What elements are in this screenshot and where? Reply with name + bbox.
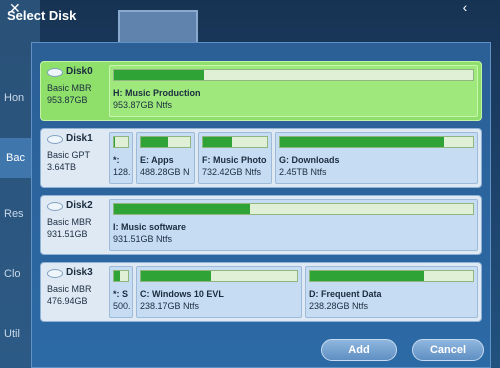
partition-h[interactable]: H: Music Production 953.87GB Ntfs xyxy=(109,65,478,117)
partition-label: H: Music Production xyxy=(113,88,201,98)
disk-name: Disk1 xyxy=(66,133,93,144)
disk-info: Disk3 Basic MBR 476.94GB xyxy=(41,263,109,321)
usage-bar xyxy=(309,270,474,282)
disk-type: Basic GPT xyxy=(47,150,91,160)
disk-icon xyxy=(47,134,63,144)
disk-row-disk0[interactable]: Disk0 Basic MBR 953.87GB H: Music Produc… xyxy=(40,61,482,121)
usage-bar xyxy=(140,136,191,148)
disk-info: Disk1 Basic GPT 3.64TB xyxy=(41,129,109,187)
usage-bar xyxy=(113,203,474,215)
disk-type: Basic MBR xyxy=(47,83,92,93)
window-title: Select Disk xyxy=(7,8,77,23)
disk-icon xyxy=(47,67,63,77)
disk-name: Disk2 xyxy=(66,200,93,211)
usage-bar xyxy=(113,69,474,81)
partition-detail: 488.28GB N xyxy=(140,167,190,177)
disk-size: 953.87GB xyxy=(47,95,88,105)
disk-size: 931.51GB xyxy=(47,229,88,239)
usage-bar xyxy=(113,270,129,282)
partition-detail: 238.28GB Ntfs xyxy=(309,301,369,311)
bg-nav-home: Hon xyxy=(4,92,25,104)
partition-f[interactable]: F: Music Photo 732.42GB Ntfs xyxy=(198,132,272,184)
partition-detail: 931.51GB Ntfs xyxy=(113,234,173,244)
partition-detail: 2.45TB Ntfs xyxy=(279,167,327,177)
usage-bar xyxy=(202,136,268,148)
partition-label: C: Windows 10 EVL xyxy=(140,289,224,299)
partition-e[interactable]: E: Apps 488.28GB N xyxy=(136,132,195,184)
bg-nav-restore: Res xyxy=(4,208,24,220)
partition-unlabeled[interactable]: *: 128. xyxy=(109,132,133,184)
partition-label: *: S xyxy=(113,289,129,299)
disk-info: Disk0 Basic MBR 953.87GB xyxy=(41,62,109,120)
usage-bar xyxy=(279,136,474,148)
disk-name: Disk0 xyxy=(66,66,93,77)
select-disk-dialog: Disk0 Basic MBR 953.87GB H: Music Produc… xyxy=(31,42,491,368)
partition-c[interactable]: C: Windows 10 EVL 238.17GB Ntfs xyxy=(136,266,302,318)
disk-row-disk1[interactable]: Disk1 Basic GPT 3.64TB *: 128. E: Apps 4… xyxy=(40,128,482,188)
partition-label: F: Music Photo xyxy=(202,155,267,165)
background-monitor-graphic xyxy=(118,10,198,42)
partition-detail: 953.87GB Ntfs xyxy=(113,100,173,110)
disk-icon xyxy=(47,201,63,211)
partition-system[interactable]: *: S 500. xyxy=(109,266,133,318)
partition-g[interactable]: G: Downloads 2.45TB Ntfs xyxy=(275,132,478,184)
cancel-button[interactable]: Cancel xyxy=(412,339,484,361)
disk-icon xyxy=(47,268,63,278)
partition-label: I: Music software xyxy=(113,222,187,232)
disk-type: Basic MBR xyxy=(47,284,92,294)
usage-bar xyxy=(140,270,298,282)
disk-name: Disk3 xyxy=(66,267,93,278)
partition-label: D: Frequent Data xyxy=(309,289,382,299)
add-button[interactable]: Add xyxy=(321,339,397,361)
disk-size: 3.64TB xyxy=(47,162,77,172)
bg-nav-utilities: Util xyxy=(4,328,20,340)
partition-label: E: Apps xyxy=(140,155,174,165)
usage-bar-fill xyxy=(114,137,115,147)
disk-info: Disk2 Basic MBR 931.51GB xyxy=(41,196,109,254)
usage-bar-fill xyxy=(114,70,204,80)
usage-bar-fill xyxy=(141,271,212,281)
disk-size: 476.94GB xyxy=(47,296,88,306)
bg-nav-clone: Clo xyxy=(4,268,21,280)
partition-detail: 128. xyxy=(113,167,131,177)
partition-i[interactable]: I: Music software 931.51GB Ntfs xyxy=(109,199,478,251)
partition-detail: 238.17GB Ntfs xyxy=(140,301,200,311)
disk-row-disk3[interactable]: Disk3 Basic MBR 476.94GB *: S 500. C: Wi… xyxy=(40,262,482,322)
partition-detail: 732.42GB Ntfs xyxy=(202,167,262,177)
usage-bar-fill xyxy=(114,271,120,281)
chevron-up-icon[interactable]: ‹ xyxy=(458,0,472,14)
partition-label: *: xyxy=(113,155,120,165)
usage-bar xyxy=(113,136,129,148)
disk-row-disk2[interactable]: Disk2 Basic MBR 931.51GB I: Music softwa… xyxy=(40,195,482,255)
partition-label: G: Downloads xyxy=(279,155,340,165)
usage-bar-fill xyxy=(203,137,232,147)
disk-type: Basic MBR xyxy=(47,217,92,227)
usage-bar-fill xyxy=(310,271,425,281)
partition-detail: 500. xyxy=(113,301,131,311)
usage-bar-fill xyxy=(114,204,251,214)
partition-d[interactable]: D: Frequent Data 238.28GB Ntfs xyxy=(305,266,478,318)
usage-bar-fill xyxy=(280,137,445,147)
usage-bar-fill xyxy=(141,137,168,147)
